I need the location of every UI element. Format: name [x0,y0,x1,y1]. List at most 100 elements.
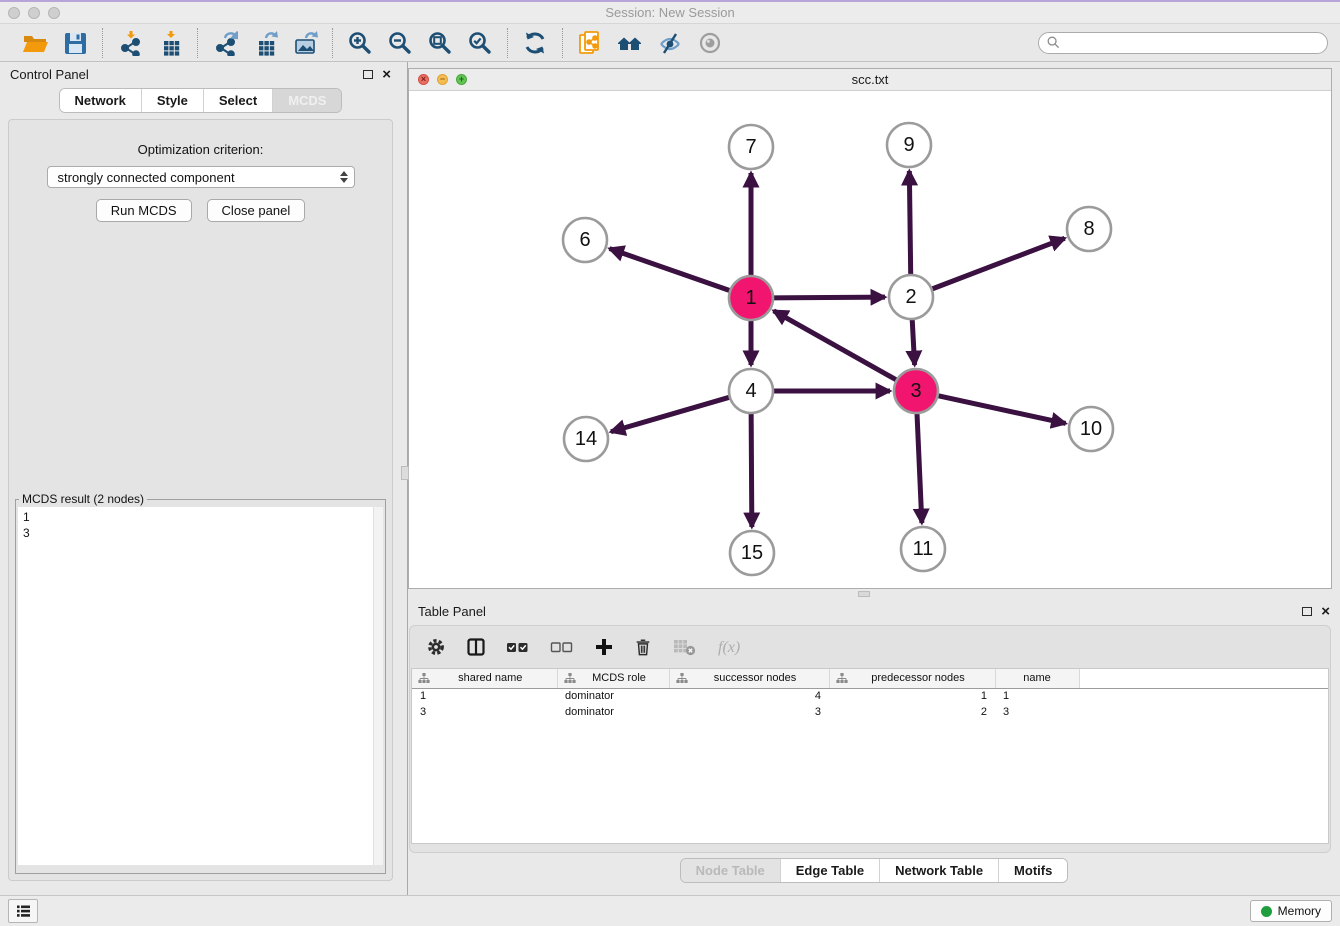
mcds-result-group: MCDS result (2 nodes) 1 3 [15,492,386,874]
table-cell-filler [1079,704,1328,720]
table-cell[interactable]: dominator [557,704,669,720]
add-column-icon[interactable] [594,634,614,660]
graph-edge-3-11[interactable] [917,411,922,523]
zoom-fit-icon[interactable] [425,28,455,58]
table-panel: Table Panel × f(x) shared nameMCDS roles… [408,599,1340,887]
table-cell[interactable]: 2 [829,704,995,720]
tab-select[interactable]: Select [203,89,272,112]
toolbar-group [102,28,197,58]
control-panel-tabs-row: NetworkStyleSelectMCDS [0,88,401,113]
node-table-container: shared nameMCDS rolesuccessor nodesprede… [411,668,1329,844]
graph-node-label-6: 6 [579,229,590,251]
vertical-divider-grip[interactable] [401,466,409,480]
column-header-successor-nodes[interactable]: successor nodes [669,669,829,688]
import-network-icon[interactable] [115,28,145,58]
graph-edge-4-15[interactable] [751,411,752,527]
graph-node-label-9: 9 [903,134,914,156]
column-header-MCDS-role[interactable]: MCDS role [557,669,669,688]
show-all-icon[interactable] [695,28,725,58]
export-network-icon[interactable] [210,28,240,58]
column-header-shared-name[interactable]: shared name [412,669,557,688]
horizontal-split-divider[interactable] [408,589,1340,599]
network-graph[interactable]: 7968124314101511 [409,91,1331,588]
tab-mcds[interactable]: MCDS [272,89,341,112]
close-panel-button[interactable]: Close panel [207,199,306,222]
graph-edge-2-3[interactable] [912,317,915,365]
memory-status-icon [1261,906,1272,917]
table-cell[interactable]: 1 [412,688,557,704]
tab-node-table[interactable]: Node Table [681,859,780,882]
export-image-icon[interactable] [290,28,320,58]
open-session-icon[interactable] [20,28,50,58]
graph-edge-2-8[interactable] [930,238,1065,290]
tab-edge-table[interactable]: Edge Table [780,859,879,882]
first-neighbors-icon[interactable] [615,28,645,58]
optimization-criterion-label: Optimization criterion: [9,142,392,157]
zoom-out-icon[interactable] [385,28,415,58]
graph-edge-3-10[interactable] [936,395,1066,423]
table-cell[interactable]: 1 [995,688,1079,704]
memory-button[interactable]: Memory [1250,900,1332,922]
graph-edge-4-14[interactable] [611,397,732,432]
zoom-in-icon[interactable] [345,28,375,58]
tab-style[interactable]: Style [141,89,203,112]
graph-edge-3-1[interactable] [774,311,899,381]
search-input[interactable] [1065,36,1319,50]
zoom-selected-icon[interactable] [465,28,495,58]
refresh-icon[interactable] [520,28,550,58]
optimization-select[interactable]: strongly connected component [47,166,355,188]
duplicate-network-icon[interactable] [575,28,605,58]
gear-icon[interactable] [426,634,446,660]
main-toolbar [0,24,1340,62]
close-panel-icon[interactable]: × [382,67,391,82]
network-column-icon [418,672,430,684]
graph-node-label-4: 4 [745,380,756,402]
graph-node-label-1: 1 [745,287,756,309]
network-window-titlebar: × − + scc.txt [409,69,1331,91]
run-mcds-button[interactable]: Run MCDS [96,199,192,222]
mcds-buttons-row: Run MCDS Close panel [9,199,392,222]
node-table[interactable]: shared nameMCDS rolesuccessor nodesprede… [412,669,1328,720]
show-panels-button[interactable] [8,899,38,923]
mcds-result-area[interactable]: 1 3 [18,507,383,865]
horizontal-divider-grip[interactable] [858,591,870,597]
network-column-icon [676,672,688,684]
import-table-icon[interactable] [155,28,185,58]
column-header-filler [1079,669,1328,688]
delete-column-icon[interactable] [634,634,652,660]
vertical-split-divider[interactable] [401,62,408,895]
select-all-icon[interactable] [506,634,530,660]
unselect-all-icon[interactable] [550,634,574,660]
hide-selected-icon[interactable] [655,28,685,58]
save-session-icon[interactable] [60,28,90,58]
graph-edge-1-2[interactable] [771,297,885,298]
table-cell[interactable]: 3 [669,704,829,720]
tab-network[interactable]: Network [60,89,141,112]
float-panel-icon[interactable] [363,70,373,79]
table-cell[interactable]: 4 [669,688,829,704]
table-cell[interactable]: 1 [829,688,995,704]
tab-motifs[interactable]: Motifs [998,859,1067,882]
select-stepper-icon [340,171,348,183]
search-box[interactable] [1038,32,1328,54]
network-canvas[interactable]: 7968124314101511 [409,91,1331,588]
svg-text:f(x): f(x) [718,639,740,656]
columns-icon[interactable] [466,634,486,660]
export-table-icon[interactable] [250,28,280,58]
tab-network-table[interactable]: Network Table [879,859,998,882]
table-row[interactable]: 1dominator411 [412,688,1328,704]
graph-edge-1-6[interactable] [610,249,733,292]
table-cell[interactable]: dominator [557,688,669,704]
table-cell[interactable]: 3 [412,704,557,720]
table-cell[interactable]: 3 [995,704,1079,720]
table-float-panel-icon[interactable] [1302,607,1312,616]
table-close-panel-icon[interactable]: × [1321,604,1330,619]
result-scrollbar[interactable] [373,507,383,865]
graph-edge-2-9[interactable] [909,171,910,277]
column-header-name[interactable]: name [995,669,1079,688]
column-header-predecessor-nodes[interactable]: predecessor nodes [829,669,995,688]
search-icon [1047,36,1060,49]
table-row[interactable]: 3dominator323 [412,704,1328,720]
toolbar-group [8,28,102,58]
graph-node-label-15: 15 [741,542,763,564]
